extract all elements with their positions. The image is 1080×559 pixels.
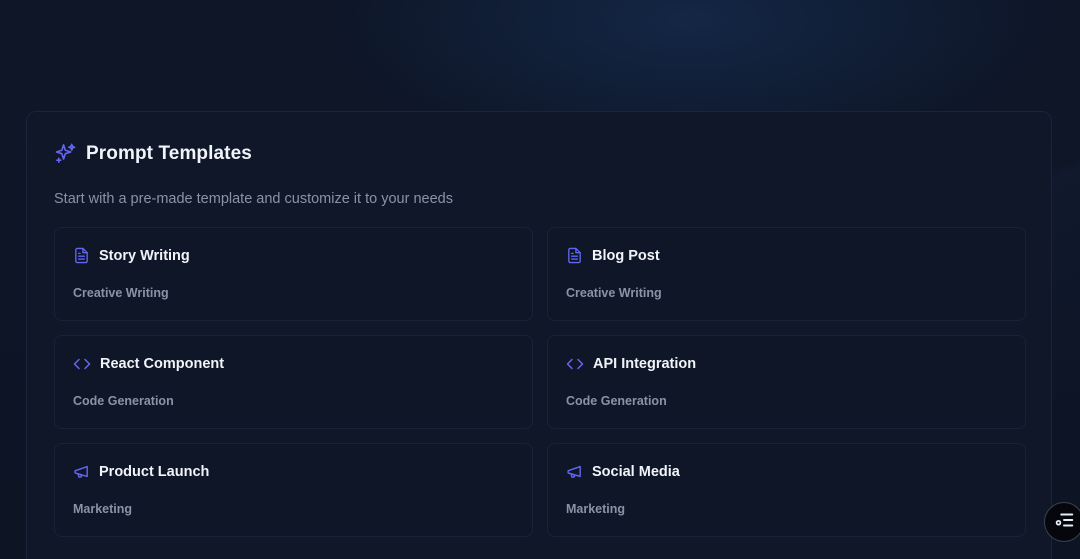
page-title: Prompt Templates (86, 142, 252, 164)
template-title: Blog Post (592, 247, 660, 264)
template-title: Product Launch (99, 463, 210, 480)
template-category: Code Generation (73, 394, 174, 408)
template-category: Marketing (566, 502, 626, 516)
template-category: Creative Writing (73, 286, 169, 300)
template-title: React Component (100, 356, 225, 372)
template-card-api-integration[interactable]: API Integration Code Generation (547, 335, 1026, 429)
megaphone-icon (73, 463, 90, 480)
template-title: Social Media (592, 463, 680, 480)
document-icon (73, 247, 90, 264)
template-card-story-writing[interactable]: Story Writing Creative Writing (54, 227, 533, 321)
template-grid: Story Writing Creative Writing Blog Post… (54, 227, 1026, 537)
template-category: Marketing (73, 502, 133, 516)
template-card-social-media[interactable]: Social Media Marketing (547, 443, 1026, 537)
template-category: Creative Writing (566, 286, 662, 300)
template-category: Code Generation (566, 394, 667, 408)
panel-subtitle: Start with a pre-made template and custo… (54, 191, 453, 207)
template-card-blog-post[interactable]: Blog Post Creative Writing (547, 227, 1026, 321)
prompt-templates-panel: Prompt Templates Start with a pre-made t… (26, 111, 1052, 559)
template-card-product-launch[interactable]: Product Launch Marketing (54, 443, 533, 537)
megaphone-icon (566, 463, 583, 480)
document-icon (566, 247, 583, 264)
panel-header: Prompt Templates (54, 142, 252, 165)
template-card-react-component[interactable]: React Component Code Generation (54, 335, 533, 429)
template-title: API Integration (593, 356, 697, 372)
menu-settings-icon (1053, 509, 1075, 536)
sparkles-icon (54, 142, 77, 165)
template-title: Story Writing (99, 247, 190, 264)
code-icon (566, 355, 584, 373)
floating-menu-button[interactable] (1044, 502, 1080, 542)
code-icon (73, 355, 91, 373)
